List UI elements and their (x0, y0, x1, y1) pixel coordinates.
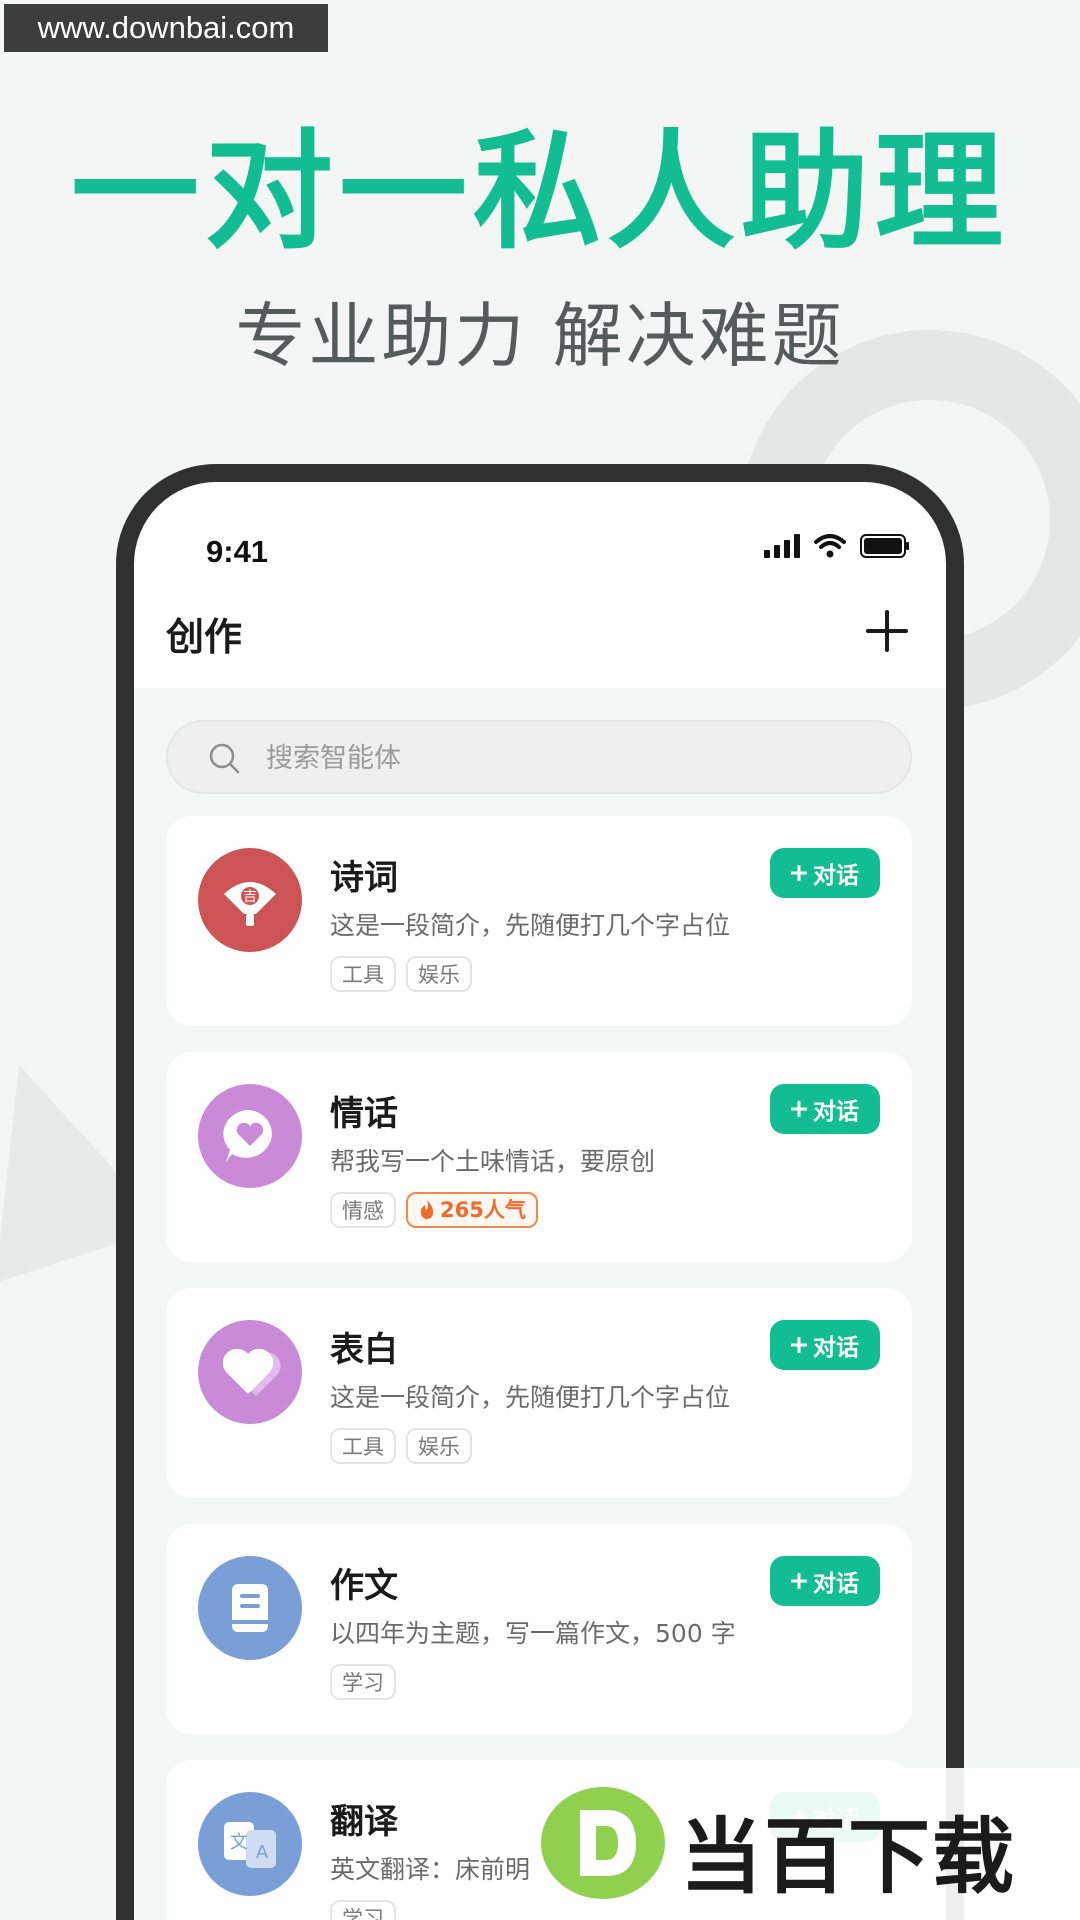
heart-chat-icon (198, 1084, 302, 1188)
brand-d-icon (541, 1787, 665, 1899)
page-title: 创作 (166, 615, 243, 659)
start-chat-button[interactable]: 对话 (770, 848, 880, 898)
agent-tag: 学习 (330, 1900, 396, 1920)
agent-tags: 工具 娱乐 (330, 956, 472, 992)
start-chat-button[interactable]: 对话 (770, 1556, 880, 1606)
agent-list-area: 吉诗词这是一段简介，先随便打几个字占位工具娱乐对话情话帮我写一个土味情话，要原创… (134, 688, 946, 1920)
agent-tags: 学习 (330, 1664, 396, 1700)
start-chat-label: 对话 (813, 1571, 859, 1597)
agent-tag: 娱乐 (406, 956, 472, 992)
agent-description: 这是一段简介，先随便打几个字占位 (330, 911, 731, 940)
agent-card[interactable]: 情话帮我写一个土味情话，要原创情感 265人气 对话 (166, 1052, 912, 1262)
agent-tag: 工具 (330, 1428, 396, 1464)
agent-tags: 学习 (330, 1900, 396, 1920)
svg-text:文: 文 (230, 1832, 248, 1853)
search-input[interactable] (264, 722, 828, 794)
agent-description: 这是一段简介，先随便打几个字占位 (330, 1383, 731, 1412)
app-bar: 创作 (134, 592, 946, 688)
status-time: 9:41 (206, 534, 269, 569)
translate-icon: 文A (198, 1792, 302, 1896)
agent-tag: 娱乐 (406, 1428, 472, 1464)
agent-title: 情话 (330, 1094, 398, 1134)
signal-icon (764, 534, 800, 558)
start-chat-label: 对话 (813, 1335, 859, 1361)
status-bar: 9:41 (134, 482, 946, 592)
start-chat-label: 对话 (813, 1099, 859, 1125)
add-icon[interactable] (864, 608, 910, 654)
popularity-count: 265人气 (440, 1198, 526, 1222)
promo-headline: 一对一私人助理 (70, 118, 1009, 267)
wifi-icon (814, 534, 846, 558)
agent-title: 诗词 (330, 858, 398, 898)
brand-logo: 当百下载 (530, 1768, 1080, 1920)
agent-description: 英文翻译：床前明 (330, 1855, 531, 1884)
svg-text:A: A (256, 1842, 269, 1863)
plus-icon (791, 1337, 807, 1353)
phone-frame: 9:41 创作 搜索智能体 吉 诗词 这是一段简介，先随便打几个字占位 工具 娱… (116, 464, 964, 1920)
svg-text:吉: 吉 (243, 889, 257, 905)
agent-title: 表白 (330, 1330, 398, 1370)
agent-description: 以四年为主题，写一篇作文，500 字 (330, 1619, 736, 1648)
agent-tags: 工具 娱乐 (330, 1428, 472, 1464)
flame-icon (420, 1200, 434, 1219)
heart-icon (198, 1320, 302, 1424)
promo-subline: 专业助力 解决难题 (235, 295, 845, 377)
agent-tag: 情感 (330, 1192, 396, 1228)
agent-tag: 工具 (330, 956, 396, 992)
agent-card[interactable]: 表白这是一段简介，先随便打几个字占位工具 娱乐 对话 (166, 1288, 912, 1498)
agent-tags: 情感 265人气 (330, 1192, 538, 1228)
agent-card[interactable]: 作文以四年为主题，写一篇作文，500 字学习 对话 (166, 1524, 912, 1734)
search-bar[interactable] (166, 720, 912, 794)
search-icon (209, 743, 240, 774)
plus-icon (791, 1101, 807, 1117)
popularity-badge: 265人气 (406, 1192, 538, 1228)
battery-icon (860, 534, 909, 558)
site-watermark: www.downbai.com (4, 4, 328, 52)
brand-text: 当百下载 (680, 1810, 1017, 1905)
agent-title: 翻译 (330, 1802, 398, 1842)
status-icons (764, 534, 910, 558)
fan-icon: 吉 (198, 848, 302, 952)
plus-icon (791, 1573, 807, 1589)
start-chat-button[interactable]: 对话 (770, 1084, 880, 1134)
agent-title: 作文 (330, 1566, 398, 1606)
agent-tag: 学习 (330, 1664, 396, 1700)
agent-description: 帮我写一个土味情话，要原创 (330, 1147, 656, 1176)
book-icon (198, 1556, 302, 1660)
plus-icon (791, 865, 807, 881)
start-chat-button[interactable]: 对话 (770, 1320, 880, 1370)
start-chat-label: 对话 (813, 863, 859, 889)
agent-card[interactable]: 吉 诗词这是一段简介，先随便打几个字占位工具 娱乐 对话 (166, 816, 912, 1026)
